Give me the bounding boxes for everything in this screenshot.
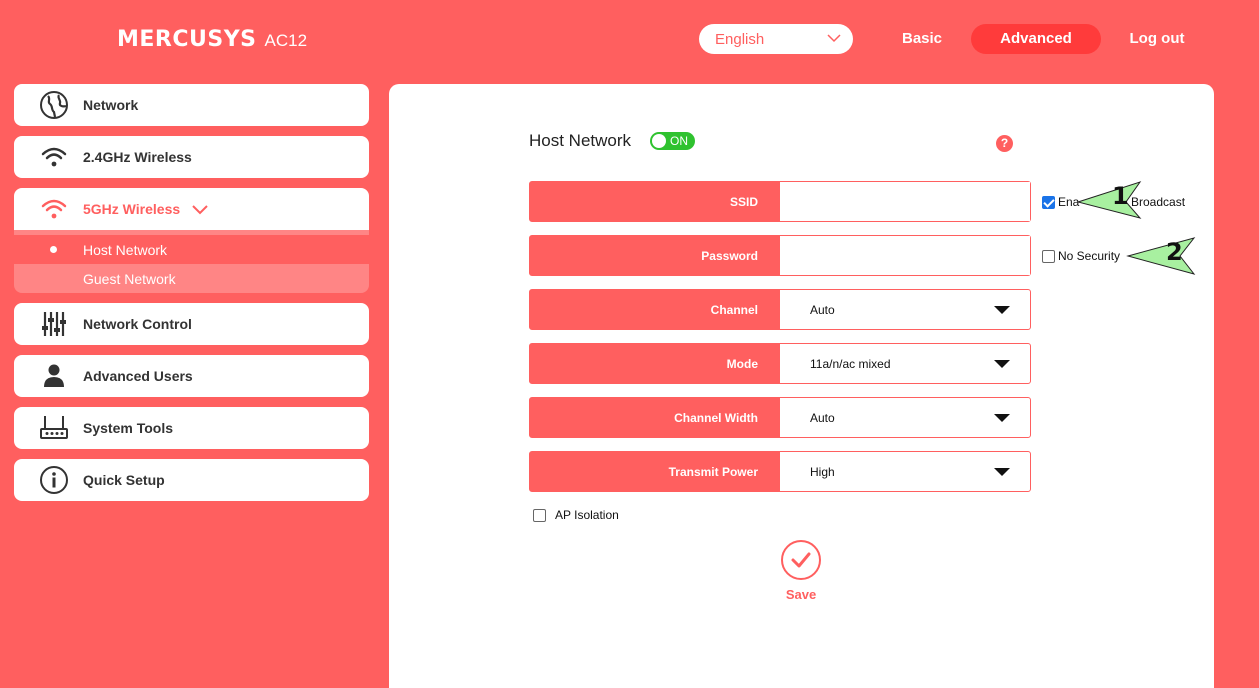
help-icon[interactable]: ? [996, 135, 1013, 152]
ap-isolation-label: AP Isolation [555, 508, 619, 522]
transmit-power-label: Transmit Power [530, 452, 780, 491]
check-icon [791, 552, 811, 568]
selected-dot-icon [50, 246, 57, 253]
toggle-knob [652, 134, 666, 148]
no-security-checkbox[interactable] [1042, 250, 1055, 263]
sidebar-item-5g-wireless[interactable]: 5GHz Wireless [14, 188, 369, 230]
sliders-icon [39, 309, 69, 339]
sidebar-subitem-guest-network[interactable]: Guest Network [14, 264, 369, 293]
sidebar-submenu: Host Network Guest Network [14, 230, 369, 293]
info-icon [39, 465, 69, 495]
channel-select[interactable]: Auto [780, 290, 1030, 329]
sidebar-item-label: System Tools [83, 420, 173, 436]
brand-name: MERCUSYS [117, 27, 257, 52]
user-icon [39, 361, 69, 391]
sidebar-item-advanced-users[interactable]: Advanced Users [14, 355, 369, 397]
mode-value: 11a/n/ac mixed [810, 356, 891, 371]
channel-label: Channel [530, 290, 780, 329]
dropdown-caret-icon [994, 306, 1010, 314]
dropdown-caret-icon [994, 468, 1010, 476]
wifi-icon [39, 142, 69, 172]
channel-row: Channel Auto [529, 289, 1031, 330]
sidebar-subitem-label: Guest Network [83, 270, 176, 287]
save-label[interactable]: Save [781, 587, 821, 602]
mode-label: Mode [530, 344, 780, 383]
wifi-icon [39, 194, 69, 224]
brand-logo: MERCUSYS AC12 [117, 27, 307, 52]
password-label: Password [530, 236, 780, 275]
ssid-row: SSID [529, 181, 1031, 222]
toggle-state: ON [670, 134, 688, 148]
transmit-power-row: Transmit Power High [529, 451, 1031, 492]
chevron-down-icon [192, 205, 208, 215]
callout-number: 2 [1166, 238, 1183, 266]
callout-arrow-2: 2 [1126, 236, 1196, 276]
password-row: Password [529, 235, 1031, 276]
sidebar-item-label: Network [83, 97, 139, 113]
password-input[interactable] [810, 236, 1030, 275]
language-value: English [715, 30, 765, 48]
sidebar-item-label: Advanced Users [83, 368, 193, 384]
logout-button[interactable]: Log out [1124, 24, 1190, 54]
mode-select[interactable]: 11a/n/ac mixed [780, 344, 1030, 383]
sidebar-item-label: Quick Setup [83, 472, 165, 488]
page-title: Host Network [529, 131, 632, 150]
sidebar-subitem-label: Host Network [83, 241, 168, 258]
chevron-down-icon [827, 34, 841, 43]
nav-basic-button[interactable]: Basic [896, 24, 948, 54]
channel-width-row: Channel Width Auto [529, 397, 1031, 438]
dropdown-caret-icon [994, 414, 1010, 422]
transmit-power-value: High [810, 464, 835, 479]
channel-width-select[interactable]: Auto [780, 398, 1030, 437]
channel-value: Auto [810, 302, 835, 317]
transmit-power-select[interactable]: High [780, 452, 1030, 491]
sidebar-item-network-control[interactable]: Network Control [14, 303, 369, 345]
sidebar-item-quick-setup[interactable]: Quick Setup [14, 459, 369, 501]
nav-advanced-button[interactable]: Advanced [971, 24, 1101, 54]
globe-icon [39, 90, 69, 120]
sidebar-item-2g-wireless[interactable]: 2.4GHz Wireless [14, 136, 369, 178]
callout-arrow-1: 1 [1076, 180, 1142, 220]
sidebar-item-system-tools[interactable]: System Tools [14, 407, 369, 449]
sidebar-item-label: Network Control [83, 316, 192, 332]
language-select[interactable]: English [699, 24, 853, 54]
ap-isolation-checkbox[interactable] [533, 509, 546, 522]
dropdown-caret-icon [994, 360, 1010, 368]
save-button[interactable] [781, 540, 821, 580]
router-icon [39, 413, 69, 443]
sidebar-subitem-host-network[interactable]: Host Network [14, 235, 369, 264]
mode-row: Mode 11a/n/ac mixed [529, 343, 1031, 384]
enable-broadcast-checkbox[interactable] [1042, 196, 1055, 209]
sidebar-item-label: 5GHz Wireless [83, 201, 181, 217]
ssid-input[interactable] [810, 182, 1030, 221]
sidebar-item-network[interactable]: Network [14, 84, 369, 126]
channel-width-value: Auto [810, 410, 835, 425]
callout-number: 1 [1112, 182, 1129, 210]
sidebar-item-label: 2.4GHz Wireless [83, 149, 192, 165]
channel-width-label: Channel Width [530, 398, 780, 437]
ssid-label: SSID [530, 182, 780, 221]
host-network-toggle[interactable]: ON [650, 132, 695, 150]
model-name: AC12 [264, 31, 308, 50]
no-security-label: No Security [1058, 249, 1121, 263]
